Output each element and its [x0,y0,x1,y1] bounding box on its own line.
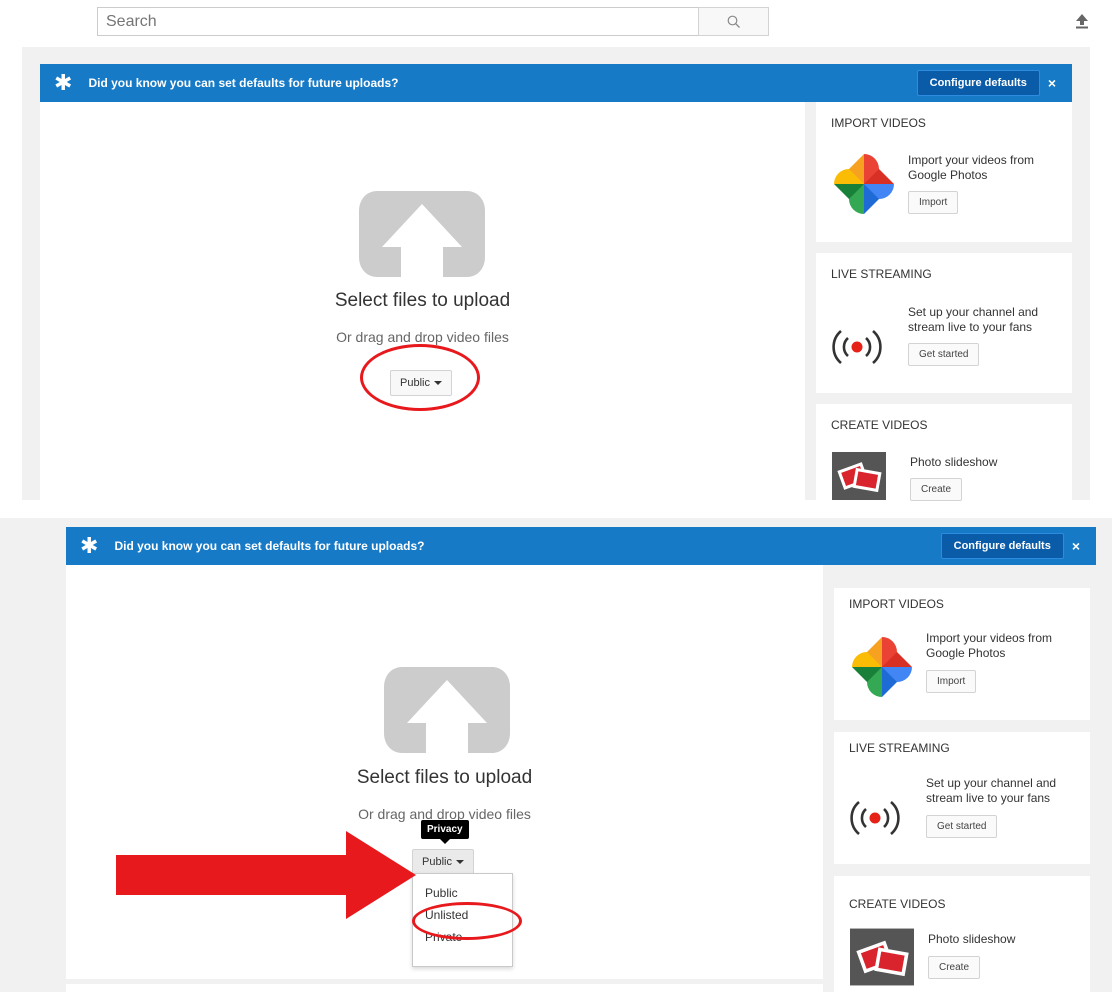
page-background: ✱ Did you know you can set defaults for … [22,47,1090,501]
import-line-1: Import your videos from [908,153,1035,167]
drag-drop-text: Or drag and drop video files [336,329,509,345]
close-icon[interactable]: × [1048,75,1056,91]
banner-message: Did you know you can set defaults for fu… [88,76,399,90]
photo-slideshow-icon [850,928,914,986]
google-photos-icon [852,637,912,697]
import-line-2: Google Photos [926,646,1006,660]
red-arrow-icon [116,831,416,919]
live-broadcast-icon [850,801,900,835]
defaults-banner: ✱ Did you know you can set defaults for … [66,527,1096,565]
highlight-circle [412,902,522,940]
privacy-value: Public [422,856,452,868]
create-line-1: Photo slideshow [928,932,1016,946]
import-videos-title: IMPORT VIDEOS [849,597,944,611]
configure-defaults-button[interactable]: Configure defaults [916,70,1040,96]
close-icon[interactable]: × [1072,538,1080,554]
get-started-button[interactable]: Get started [908,343,980,366]
search-icon [727,15,740,28]
privacy-tooltip: Privacy [421,820,469,844]
privacy-option-public[interactable]: Public [425,886,458,900]
next-card-strip [66,984,823,992]
privacy-dropdown-button[interactable]: Public [412,849,474,875]
live-line-1: Set up your channel and [926,776,1057,790]
get-started-button[interactable]: Get started [926,815,998,838]
create-line-1: Photo slideshow [910,455,998,469]
upload-card[interactable]: Select files to upload Or drag and drop … [40,102,805,500]
live-streaming-card: LIVE STREAMING Set up your channel and s… [816,253,1072,393]
import-videos-card: IMPORT VIDEOS Import your videos from Go… [834,588,1090,720]
google-photos-icon [834,154,894,214]
bottom-screenshot: ✱ Did you know you can set defaults for … [0,518,1112,992]
import-button[interactable]: Import [926,670,977,693]
photo-slideshow-icon [832,452,886,500]
search-button[interactable] [698,7,769,36]
create-button[interactable]: Create [928,956,981,979]
create-videos-title: CREATE VIDEOS [831,418,928,432]
live-line-2: stream live to your fans [926,791,1051,805]
upload-arrow-icon[interactable] [1075,13,1089,29]
import-videos-title: IMPORT VIDEOS [831,116,926,130]
import-line-1: Import your videos from [926,631,1053,645]
defaults-banner: ✱ Did you know you can set defaults for … [40,64,1072,102]
select-files-title[interactable]: Select files to upload [40,290,805,312]
search-bar [97,7,769,36]
configure-defaults-button[interactable]: Configure defaults [940,533,1064,559]
live-streaming-title: LIVE STREAMING [831,267,932,281]
import-videos-card: IMPORT VIDEOS Import your videos from Go… [816,102,1072,242]
search-input[interactable] [97,7,699,36]
top-screenshot: ✱ Did you know you can set defaults for … [0,0,1112,501]
live-broadcast-icon [832,330,882,364]
live-streaming-title: LIVE STREAMING [849,741,950,755]
import-line-2: Google Photos [908,168,988,182]
create-videos-title: CREATE VIDEOS [849,897,946,911]
import-button[interactable]: Import [908,191,959,214]
upload-icon[interactable] [359,191,485,277]
create-videos-card: CREATE VIDEOS Photo slideshow Create [834,876,1090,992]
live-streaming-card: LIVE STREAMING Set up your channel and s… [834,732,1090,864]
live-line-1: Set up your channel and [908,305,1039,319]
create-button[interactable]: Create [910,478,963,501]
caret-down-icon [455,860,464,864]
create-videos-card: CREATE VIDEOS Photo slideshow Create [816,404,1072,501]
star-icon: ✱ [54,70,73,95]
select-files-title[interactable]: Select files to upload [66,767,823,789]
banner-message: Did you know you can set defaults for fu… [114,539,425,553]
star-icon: ✱ [80,533,99,558]
upload-icon[interactable] [384,667,510,753]
live-line-2: stream live to your fans [908,320,1033,334]
highlight-circle [360,344,480,411]
